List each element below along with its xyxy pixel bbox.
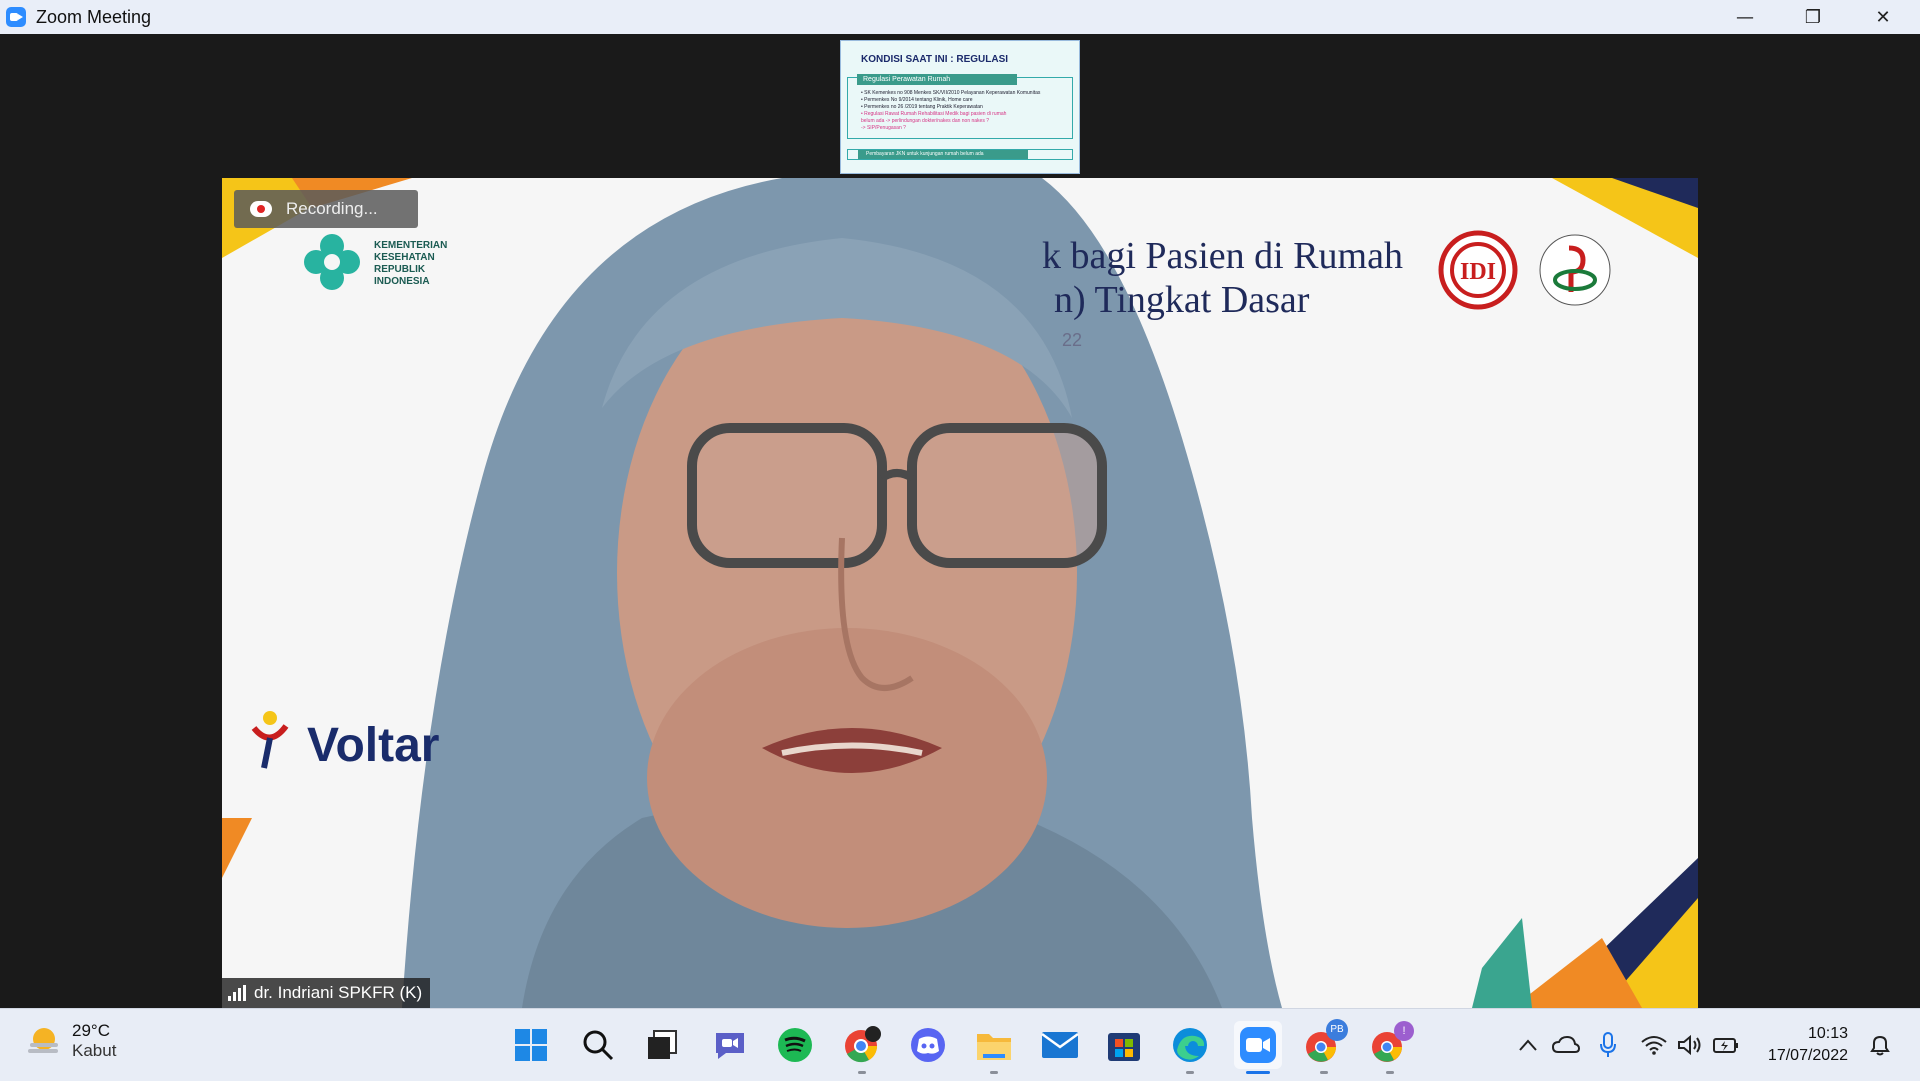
notification-center-button[interactable] xyxy=(1862,1025,1898,1065)
voltaren-logo xyxy=(251,711,289,769)
folder-icon xyxy=(977,1034,1011,1060)
running-indicator xyxy=(990,1071,998,1074)
shared-slide-box-heading: Regulasi Perawatan Rumah xyxy=(857,74,1017,85)
task-view-button[interactable] xyxy=(642,1025,682,1065)
cloud-icon xyxy=(1552,1036,1580,1053)
slide-line-highlight: -> SIP/Penugasan ? xyxy=(861,125,906,131)
shared-slide-title: KONDISI SAAT INI : REGULASI xyxy=(861,54,1009,65)
notification-badge: ! xyxy=(1394,1021,1414,1041)
active-speaker-video[interactable]: IDI KEMENTERIAN KESEHATAN REPUBLIK INDON… xyxy=(222,178,1698,1008)
microphone-button[interactable] xyxy=(1588,1025,1628,1065)
chevron-up-icon xyxy=(1519,1039,1537,1051)
title-bar: Zoom Meeting — ❐ ✕ xyxy=(0,0,1920,34)
chrome-profile-pb-button[interactable]: PB xyxy=(1304,1019,1348,1065)
shared-slide-lines: • SK Kemenkes no 908 Menkes SK/VII/2010 … xyxy=(861,90,1040,132)
shared-slide-footer-text: Pembayaran JKN untuk kunjungan rumah bel… xyxy=(858,150,1028,159)
spotify-icon xyxy=(778,1028,812,1062)
participant-name-tag: dr. Indriani SPKFR (K) xyxy=(222,978,431,1008)
restore-button[interactable]: ❐ xyxy=(1778,0,1848,34)
wifi-button[interactable] xyxy=(1636,1025,1672,1065)
slide-line: • Permenkes no 26 /2019 tentang Praktik … xyxy=(861,104,983,110)
running-indicator xyxy=(1186,1071,1194,1074)
chrome-icon xyxy=(845,1026,881,1063)
close-button[interactable]: ✕ xyxy=(1848,0,1918,34)
recording-indicator[interactable]: Recording... xyxy=(234,190,418,228)
slide-line-highlight: • Regulasi Rawat Rumah Rehabilitasi Medi… xyxy=(861,111,1007,117)
notification-bell-icon xyxy=(1870,1035,1890,1056)
show-hidden-icons-button[interactable] xyxy=(1508,1025,1548,1065)
search-button[interactable] xyxy=(578,1025,618,1065)
slide-line: • Permenkes No 9/2014 tentang Klinik, Ho… xyxy=(861,97,973,103)
zoom-app-icon xyxy=(6,7,26,27)
spotify-button[interactable] xyxy=(775,1025,815,1065)
edge-icon xyxy=(1173,1028,1207,1062)
window-title: Zoom Meeting xyxy=(36,6,152,27)
idi-logo: IDI xyxy=(1438,230,1518,310)
shared-screen-thumbnail[interactable]: KONDISI SAAT INI : REGULASI Regulasi Per… xyxy=(840,40,1080,174)
wifi-icon xyxy=(1641,1036,1667,1055)
chat-icon xyxy=(716,1033,744,1059)
weather-temperature: 29°C xyxy=(72,1021,110,1040)
kemenkes-logo xyxy=(304,234,360,290)
weather-description: Kabut xyxy=(72,1041,117,1060)
shared-slide-footer: Pembayaran JKN untuk kunjungan rumah bel… xyxy=(847,149,1073,160)
banner-backdrop: IDI xyxy=(222,178,1698,1008)
chrome-profile-1-button[interactable] xyxy=(842,1025,882,1065)
banner-title-line1: k bagi Pasien di Rumah xyxy=(1042,235,1403,277)
microsoft-store-button[interactable] xyxy=(1104,1025,1144,1065)
windows-logo-icon xyxy=(515,1029,547,1061)
running-indicator xyxy=(1386,1071,1394,1074)
weather-widget[interactable]: 29°C Kabut xyxy=(26,1021,116,1061)
running-indicator xyxy=(1320,1071,1328,1074)
search-icon xyxy=(583,1030,614,1061)
windows-taskbar: 29°C Kabut PB ! 10:13 17/07/2022 xyxy=(0,1008,1920,1081)
start-button[interactable] xyxy=(511,1025,551,1065)
zoom-icon xyxy=(1240,1027,1276,1063)
chrome-profile-2-button[interactable]: ! xyxy=(1370,1021,1414,1065)
mail-icon xyxy=(1041,1032,1079,1058)
sun-fog-icon xyxy=(28,1028,58,1053)
voltaren-logo-text: Voltar xyxy=(307,719,440,772)
running-indicator xyxy=(858,1071,866,1074)
cloud-record-icon xyxy=(250,201,272,217)
banner-title-line2: n) Tingkat Dasar xyxy=(1054,279,1310,321)
slide-line: • SK Kemenkes no 908 Menkes SK/VII/2010 … xyxy=(861,90,1041,96)
recording-label: Recording... xyxy=(286,199,378,218)
banner-subtitle: 22 xyxy=(1062,330,1083,350)
battery-charging-icon xyxy=(1713,1038,1738,1053)
onedrive-button[interactable] xyxy=(1546,1025,1586,1065)
teams-chat-button[interactable] xyxy=(710,1025,750,1065)
clock-date: 17/07/2022 xyxy=(1767,1047,1848,1064)
volume-button[interactable] xyxy=(1672,1025,1708,1065)
signal-strength-icon xyxy=(228,985,246,1001)
perdosri-logo xyxy=(1539,234,1611,306)
microphone-icon xyxy=(1600,1032,1616,1057)
store-icon xyxy=(1108,1033,1140,1061)
clock-time: 10:13 xyxy=(1807,1025,1848,1042)
edge-button[interactable] xyxy=(1170,1025,1210,1065)
task-view-icon xyxy=(648,1030,677,1059)
system-clock[interactable]: 10:13 17/07/2022 xyxy=(1762,1023,1848,1067)
participant-name: dr. Indriani SPKFR (K) xyxy=(254,983,423,1002)
active-window-indicator xyxy=(1246,1071,1270,1074)
zoom-button[interactable] xyxy=(1234,1021,1282,1069)
discord-icon xyxy=(911,1028,945,1062)
profile-badge-pb: PB xyxy=(1326,1019,1348,1041)
kemenkes-logo-text: KEMENTERIAN KESEHATAN REPUBLIK INDONESIA xyxy=(374,240,448,287)
discord-button[interactable] xyxy=(908,1025,948,1065)
mail-button[interactable] xyxy=(1040,1025,1080,1065)
slide-line-highlight: belum ada -> perlindungan dokter/nakes d… xyxy=(861,118,990,124)
minimize-button[interactable]: — xyxy=(1710,0,1780,34)
file-explorer-button[interactable] xyxy=(974,1025,1014,1065)
svg-text:IDI: IDI xyxy=(1460,259,1496,285)
battery-button[interactable] xyxy=(1708,1025,1744,1065)
speaker-icon xyxy=(1678,1034,1701,1056)
meeting-stage: KONDISI SAAT INI : REGULASI Regulasi Per… xyxy=(0,34,1920,1008)
